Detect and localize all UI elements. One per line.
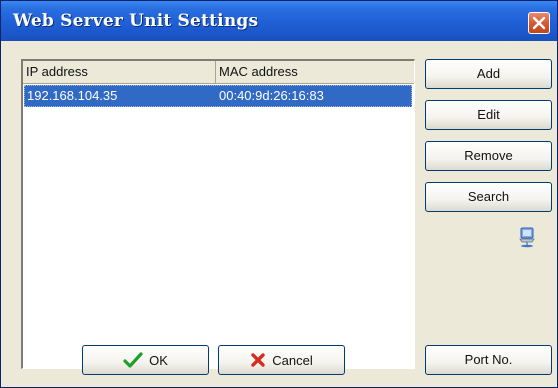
- column-header-ip[interactable]: IP address: [23, 61, 216, 83]
- window-title: Web Server Unit Settings: [13, 11, 259, 31]
- column-header-mac[interactable]: MAC address: [216, 61, 414, 83]
- port-number-button[interactable]: Port No.: [425, 345, 552, 375]
- add-button[interactable]: Add: [425, 59, 552, 89]
- close-button[interactable]: [528, 12, 550, 34]
- checkmark-icon: [123, 352, 143, 368]
- settings-dialog: Web Server Unit Settings IP address MAC …: [0, 0, 558, 388]
- ip-cell: 192.168.104.35: [27, 88, 118, 103]
- mac-cell: 00:40:9d:26:16:83: [219, 88, 324, 103]
- network-computer-icon: [519, 227, 535, 248]
- server-list[interactable]: IP address MAC address 192.168.104.35 00…: [21, 59, 415, 369]
- list-header: IP address MAC address: [23, 61, 414, 84]
- close-icon: [532, 16, 546, 30]
- x-icon: [251, 353, 265, 367]
- title-bar[interactable]: Web Server Unit Settings: [1, 1, 557, 41]
- edit-button[interactable]: Edit: [425, 100, 552, 130]
- remove-button[interactable]: Remove: [425, 141, 552, 171]
- cancel-label: Cancel: [272, 352, 313, 368]
- search-button[interactable]: Search: [425, 182, 552, 212]
- list-row[interactable]: 192.168.104.35 00:40:9d:26:16:83: [24, 85, 412, 107]
- ok-button[interactable]: OK: [82, 345, 209, 375]
- ok-label: OK: [149, 352, 168, 368]
- cancel-button[interactable]: Cancel: [218, 345, 345, 375]
